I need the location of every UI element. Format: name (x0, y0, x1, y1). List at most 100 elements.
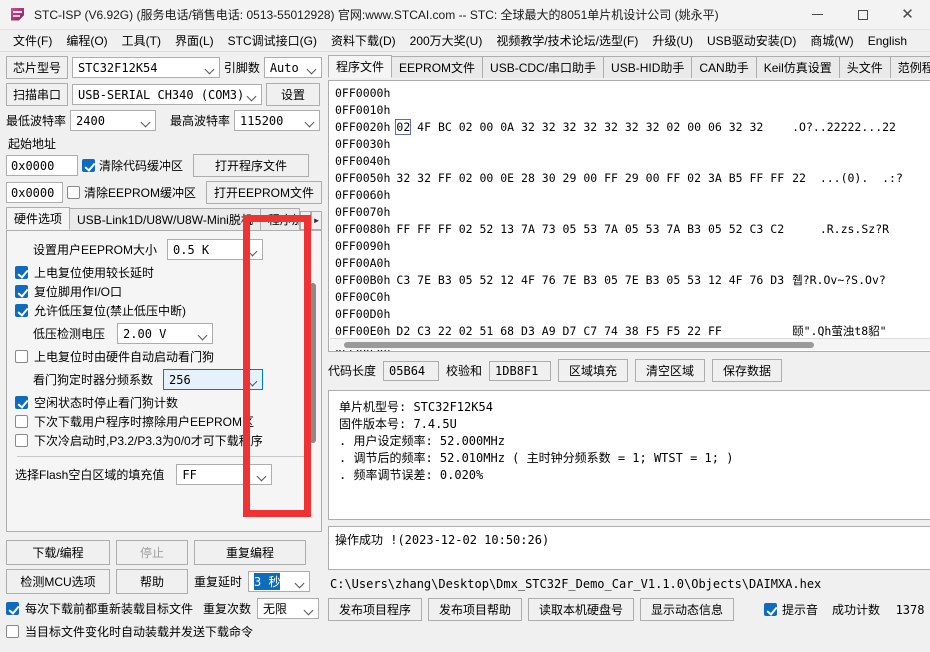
help-button[interactable]: 帮助 (116, 569, 188, 594)
idle-stop-watchdog-checkbox[interactable] (15, 396, 28, 409)
maximize-button[interactable] (840, 0, 885, 30)
lvd-voltage-select[interactable]: 2.00 V (117, 323, 214, 344)
open-program-file-button[interactable]: 打开程序文件 (193, 154, 310, 177)
info-line-firmware-version: 固件版本号: 7.4.5U (339, 417, 457, 431)
max-baud-select[interactable]: 115200 (234, 110, 321, 131)
minimize-button[interactable] (795, 0, 840, 30)
options-scrollbar[interactable] (308, 235, 318, 527)
tab-program-file[interactable]: 程序文件 (328, 55, 393, 78)
menu-tools[interactable]: 工具(T) (115, 30, 168, 51)
beep-checkbox[interactable] (764, 603, 777, 616)
tab-eeprom-file[interactable]: EEPROM文件 (391, 56, 484, 78)
tab-example-program[interactable]: 范例程序 (889, 56, 930, 78)
show-dynamic-info-button[interactable]: 显示动态信息 (640, 598, 734, 621)
min-baud-select[interactable]: 2400 (70, 110, 157, 131)
reload-target-file-label: 每次下载前都重新装载目标文件 (25, 602, 194, 616)
menu-stc-debug[interactable]: STC调试接口(G) (221, 30, 324, 51)
option-erase-eeprom-next[interactable]: 下次下载用户程序时擦除用户EEPROM区 (15, 413, 317, 430)
erase-eeprom-next-checkbox[interactable] (15, 415, 28, 428)
hex-byte-row[interactable]: C3 7E B3 05 52 12 4F 76 7E B3 05 7E B3 0… (396, 272, 784, 289)
menu-program[interactable]: 编程(O) (59, 30, 114, 51)
power-on-reset-delay-label: 上电复位使用较长延时 (34, 266, 155, 280)
right-tabstrip: 程序文件 EEPROM文件 USB-CDC/串口助手 USB-HID助手 CAN… (328, 55, 930, 78)
tab-program-encrypt[interactable]: 程序加 (259, 208, 301, 230)
hex-byte-row[interactable]: 02 4F BC 02 00 0A 32 32 32 32 32 32 32 0… (395, 119, 784, 136)
options-scrollbar-thumb[interactable] (310, 283, 316, 443)
tab-keil-sim-settings[interactable]: Keil仿真设置 (755, 56, 840, 78)
hw-watchdog-autostart-checkbox[interactable] (15, 350, 28, 363)
pin-count-select[interactable]: Auto (263, 57, 322, 78)
option-cold-boot-p32-p33[interactable]: 下次冷启动时,P3.2/P3.3为0/0才可下载程序 (15, 432, 317, 449)
tab-usb-cdc-serial[interactable]: USB-CDC/串口助手 (482, 56, 605, 78)
read-disk-serial-button[interactable]: 读取本机硬盘号 (528, 598, 634, 621)
hex-byte-row[interactable]: 32 32 FF 02 00 0E 28 30 29 00 FF 29 00 F… (396, 170, 784, 187)
hex-bytes-column[interactable]: 02 4F BC 02 00 0A 32 32 32 32 32 32 32 0… (395, 85, 784, 351)
autoload-on-change-checkbox[interactable] (6, 625, 19, 638)
tab-usb-link-offline[interactable]: USB-Link1D/U8W/U8W-Mini脱机 (69, 208, 261, 230)
autoload-row[interactable]: 当目标文件变化时自动装载并发送下载命令 (6, 623, 322, 640)
power-on-reset-delay-checkbox[interactable] (15, 266, 28, 279)
reload-target-file-checkbox[interactable] (6, 602, 19, 615)
option-hw-watchdog-autostart[interactable]: 上电复位时由硬件自动启动看门狗 (15, 348, 317, 365)
hex-selected-byte[interactable]: 02 (395, 119, 412, 135)
flash-fill-label: 选择Flash空白区域的填充值 (15, 468, 165, 482)
tab-can[interactable]: CAN助手 (691, 56, 757, 78)
info-line-mcu-model: 单片机型号: STC32F12K54 (339, 400, 493, 414)
repeat-count-select[interactable]: 无限 (257, 598, 320, 619)
allow-lvd-reset-checkbox[interactable] (15, 304, 28, 317)
menu-upgrade[interactable]: 升级(U) (645, 30, 700, 51)
hw-watchdog-autostart-label: 上电复位时由硬件自动启动看门狗 (34, 350, 215, 364)
repeat-program-button[interactable]: 重复编程 (194, 540, 306, 565)
save-data-button[interactable]: 保存数据 (712, 359, 783, 382)
clear-code-buffer-checkbox[interactable] (82, 159, 95, 172)
chip-model-select[interactable]: STC32F12K54 (72, 57, 220, 78)
menu-file[interactable]: 文件(F) (6, 30, 59, 51)
menu-usb-driver[interactable]: USB驱动安装(D) (700, 30, 803, 51)
hex-byte-row[interactable]: FF FF FF 02 52 13 7A 73 05 53 7A 05 53 7… (396, 221, 784, 238)
repeat-delay-select[interactable]: 3 秒 (248, 571, 311, 592)
cold-boot-p32-p33-label: 下次冷启动时,P3.2/P3.3为0/0才可下载程序 (34, 434, 263, 448)
clear-eeprom-buffer-checkbox[interactable] (66, 186, 80, 199)
eeprom-size-select[interactable]: 0.5 K (167, 239, 264, 260)
option-allow-lvd-reset[interactable]: 允许低压复位(禁止低压中断) (15, 302, 317, 319)
clear-region-button[interactable]: 清空区域 (635, 359, 706, 382)
hex-address: 0FF0040h (335, 154, 391, 168)
tabstrip-scroll-left-icon[interactable]: ◄ (300, 211, 312, 230)
menu-interface[interactable]: 界面(L) (168, 30, 221, 51)
watchdog-prescaler-select[interactable]: 256 (163, 369, 264, 390)
beep-option[interactable]: 提示音 (764, 601, 818, 618)
cold-boot-p32-p33-checkbox[interactable] (15, 434, 28, 447)
flash-fill-select[interactable]: FF (176, 464, 273, 485)
publish-project-help-button[interactable]: 发布项目帮助 (428, 598, 522, 621)
settings-button[interactable]: 设置 (266, 83, 321, 106)
reset-pin-as-io-checkbox[interactable] (15, 285, 28, 298)
menu-video-forum[interactable]: 视频教学/技术论坛/选型(F) (489, 30, 645, 51)
fill-region-button[interactable]: 区域填充 (558, 359, 629, 382)
hex-horizontal-scrollbar-thumb[interactable] (344, 342, 814, 348)
close-icon[interactable]: ✕ (885, 0, 930, 30)
lvd-voltage-label: 低压检测电压 (33, 327, 106, 341)
eeprom-start-address-input[interactable]: 0x0000 (6, 182, 63, 203)
menu-shop[interactable]: 商城(W) (803, 30, 860, 51)
hex-address: 0FF00A0h (335, 256, 391, 270)
detect-mcu-options-button[interactable]: 检测MCU选项 (6, 569, 110, 594)
publish-project-program-button[interactable]: 发布项目程序 (328, 598, 422, 621)
menu-english[interactable]: English (861, 32, 914, 50)
open-eeprom-file-button[interactable]: 打开EEPROM文件 (206, 181, 322, 204)
option-idle-stop-watchdog[interactable]: 空闲状态时停止看门狗计数 (15, 394, 317, 411)
hex-horizontal-scrollbar[interactable] (330, 338, 930, 350)
tabstrip-scroll-right-icon[interactable]: ► (311, 211, 322, 230)
menu-downloads[interactable]: 资料下载(D) (324, 30, 403, 51)
beep-label: 提示音 (782, 603, 819, 617)
option-reset-pin-as-io[interactable]: 复位脚用作I/O口 (15, 283, 317, 300)
download-program-button[interactable]: 下载/编程 (6, 540, 110, 565)
serial-port-select[interactable]: USB-SERIAL CH340 (COM3) (72, 84, 263, 105)
option-power-on-reset-delay[interactable]: 上电复位使用较长延时 (15, 264, 317, 281)
file-path-label: C:\Users\zhang\Desktop\Dmx_STC32F_Demo_C… (330, 577, 822, 591)
tab-usb-hid[interactable]: USB-HID助手 (603, 56, 693, 78)
code-start-address-input[interactable]: 0x0000 (6, 155, 78, 176)
menu-prize[interactable]: 200万大奖(U) (403, 30, 490, 51)
tab-header-file[interactable]: 头文件 (838, 56, 891, 78)
hex-viewer[interactable]: 0FF0000h 0FF0010h 0FF0020h 0FF0030h 0FF0… (328, 80, 930, 352)
tab-hardware-options[interactable]: 硬件选项 (6, 207, 71, 230)
